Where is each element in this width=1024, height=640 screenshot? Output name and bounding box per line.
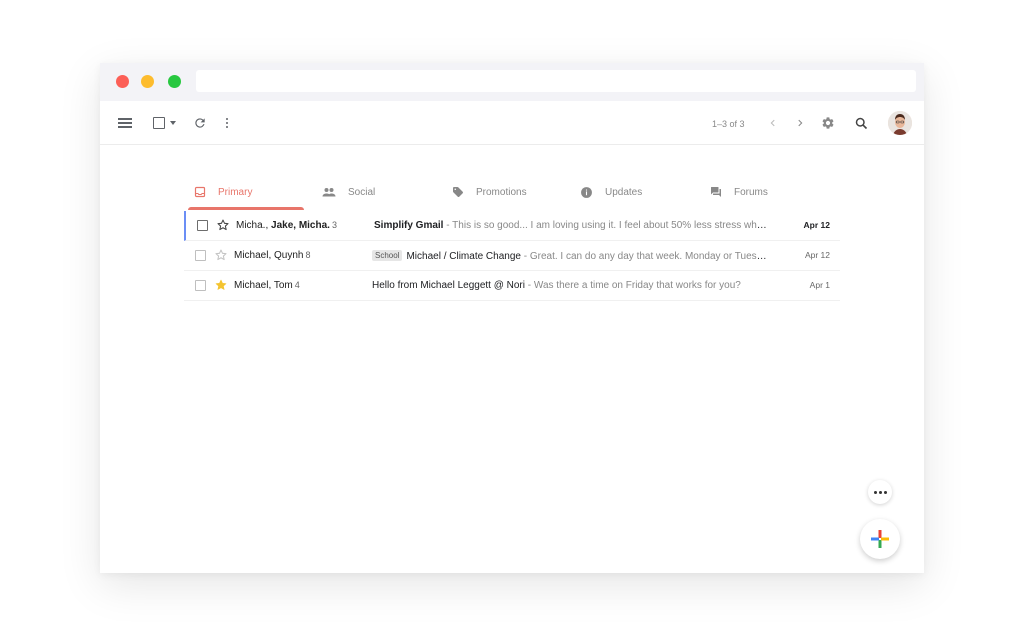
star-filled-icon[interactable] xyxy=(214,278,228,292)
email-sender: Michael, Tom 4 xyxy=(234,280,369,291)
tab-label: Forums xyxy=(734,186,768,198)
email-preview: Hello from Michael Leggett @ Nori - Was … xyxy=(372,280,770,291)
star-outline-icon[interactable] xyxy=(216,218,230,232)
pagination-text: 1–3 of 3 xyxy=(712,119,745,129)
tab-promotions[interactable]: Promotions xyxy=(452,173,527,211)
email-subject: Michael / Climate Change xyxy=(406,251,521,262)
tab-social[interactable]: Social xyxy=(322,173,375,211)
more-options-icon[interactable] xyxy=(218,114,236,132)
tab-updates[interactable]: Updates xyxy=(580,173,642,211)
thread-count: 8 xyxy=(305,250,311,260)
mail-toolbar: 1–3 of 3 xyxy=(100,101,924,145)
email-preview: School Michael / Climate Change - Great. … xyxy=(372,250,770,262)
thread-count: 3 xyxy=(331,220,337,230)
tab-primary[interactable]: Primary xyxy=(194,173,252,211)
table-row[interactable]: Michael, Quynh 8 School Michael / Climate … xyxy=(184,241,840,271)
minimize-window-button[interactable] xyxy=(141,75,154,88)
checkbox-icon xyxy=(153,117,165,129)
browser-window: 1–3 of 3 Primary Social Promotions Updat… xyxy=(100,63,924,573)
email-sender: Micha., Jake, Micha. 3 xyxy=(236,220,371,231)
avatar[interactable] xyxy=(888,111,912,135)
forum-icon xyxy=(711,187,721,197)
title-bar xyxy=(100,63,924,101)
search-icon[interactable] xyxy=(852,114,870,132)
caret-down-icon xyxy=(170,121,176,125)
gear-icon[interactable] xyxy=(819,114,837,132)
table-row[interactable]: Michael, Tom 4 Hello from Michael Leggett… xyxy=(184,271,840,301)
category-tabs: Primary Social Promotions Updates Forums xyxy=(184,173,840,211)
refresh-icon[interactable] xyxy=(191,114,209,132)
table-row[interactable]: Micha., Jake, Micha. 3 Simplify Gmail - T… xyxy=(184,211,840,241)
compose-button[interactable] xyxy=(860,519,900,559)
chevron-left-icon[interactable] xyxy=(764,114,782,132)
plus-icon xyxy=(871,530,889,548)
label-chip[interactable]: School xyxy=(372,250,403,261)
main-menu-icon[interactable] xyxy=(116,114,134,132)
active-tab-indicator xyxy=(188,207,304,210)
thread-count: 4 xyxy=(294,280,300,290)
email-snippet: - Was there a time on Friday that works … xyxy=(525,280,741,291)
email-date: Apr 12 xyxy=(804,250,830,260)
email-snippet: - This is so good... I am loving using i… xyxy=(446,220,772,231)
row-checkbox[interactable] xyxy=(195,280,206,291)
row-checkbox[interactable] xyxy=(197,220,208,231)
address-bar[interactable] xyxy=(196,70,916,92)
more-actions-button[interactable] xyxy=(868,480,892,504)
inbox-icon xyxy=(194,186,206,198)
email-preview: Simplify Gmail - This is so good... I am… xyxy=(374,220,772,231)
sender-names: Michael, Quynh xyxy=(234,250,304,261)
close-window-button[interactable] xyxy=(116,75,129,88)
chevron-right-icon[interactable] xyxy=(791,114,809,132)
sender-names: Michael, Tom xyxy=(234,280,293,291)
email-list: Micha., Jake, Micha. 3 Simplify Gmail - T… xyxy=(184,211,840,301)
sender-names-unread: Jake, Micha. xyxy=(271,220,330,231)
tab-label: Primary xyxy=(218,186,253,198)
maximize-window-button[interactable] xyxy=(168,75,181,88)
tab-label: Promotions xyxy=(476,186,527,198)
email-sender: Michael, Quynh 8 xyxy=(234,250,369,261)
email-snippet: - Great. I can do any day that week. Mon… xyxy=(523,251,770,262)
row-checkbox[interactable] xyxy=(195,250,206,261)
info-icon xyxy=(581,186,592,198)
tab-label: Updates xyxy=(605,186,643,198)
people-icon xyxy=(322,188,336,197)
email-subject: Simplify Gmail xyxy=(374,220,444,231)
email-subject: Hello from Michael Leggett @ Nori xyxy=(372,280,525,291)
tag-icon xyxy=(453,187,463,198)
email-date: Apr 1 xyxy=(809,280,830,290)
star-outline-icon[interactable] xyxy=(214,248,228,262)
sender-names: Micha., xyxy=(236,220,272,231)
tab-forums[interactable]: Forums xyxy=(710,173,768,211)
email-date: Apr 12 xyxy=(803,220,830,230)
select-all-checkbox[interactable] xyxy=(150,114,178,132)
tab-label: Social xyxy=(348,186,376,198)
